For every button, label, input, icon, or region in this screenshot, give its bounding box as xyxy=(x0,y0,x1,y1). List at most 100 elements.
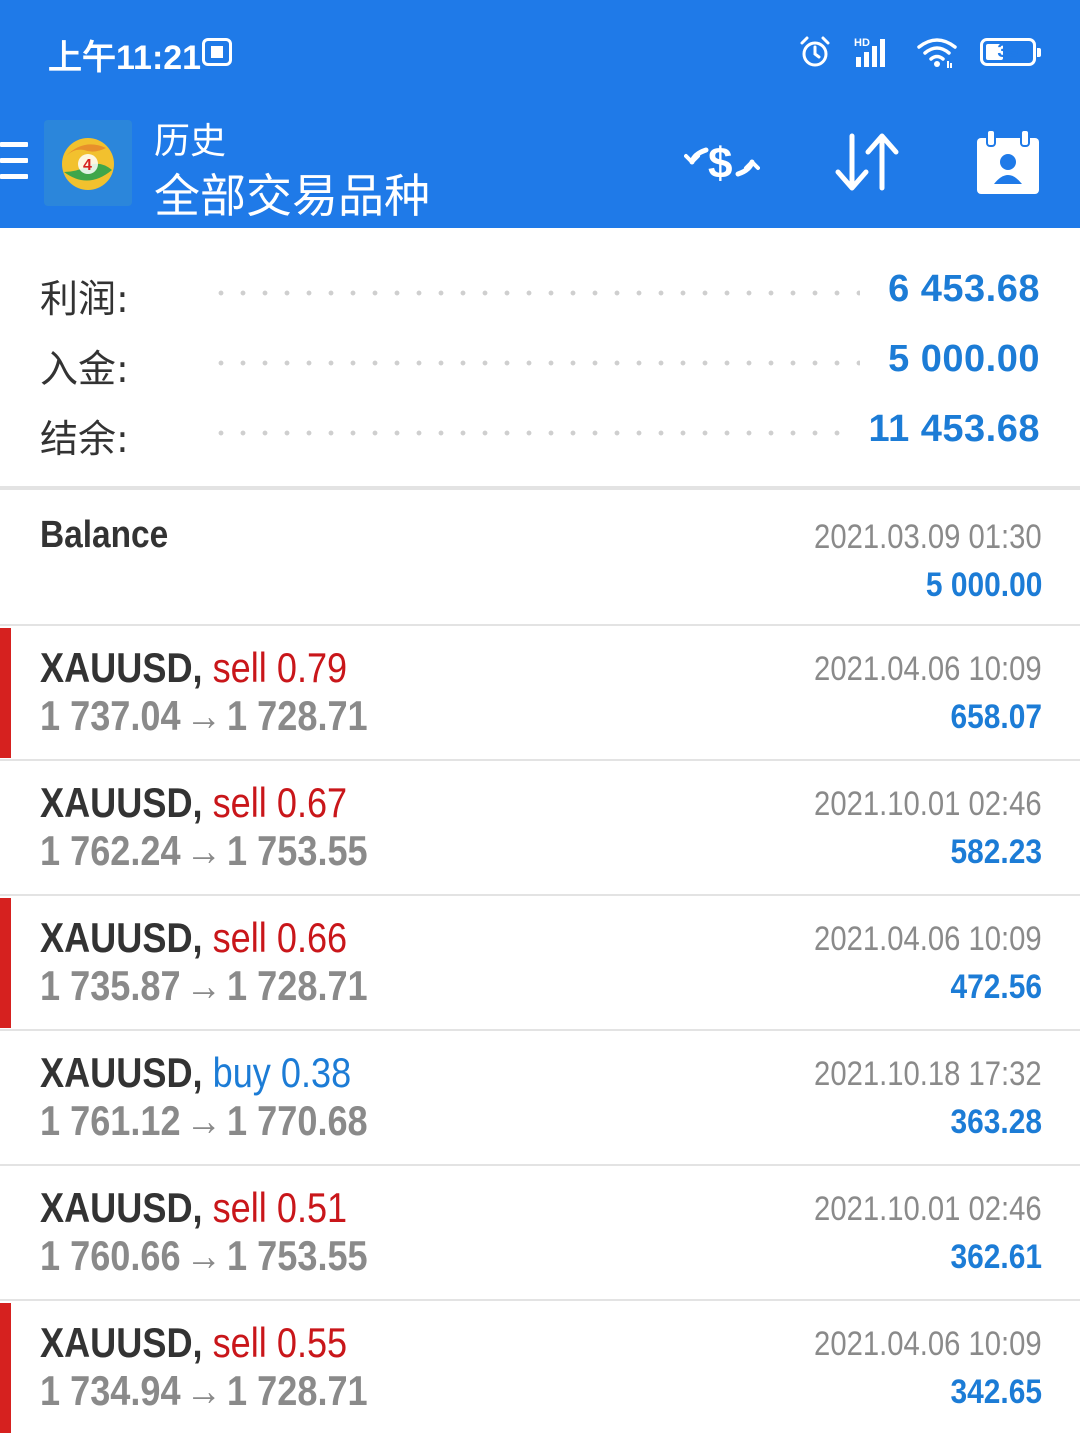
battery-level: 39 xyxy=(997,41,1019,62)
app-header: 上午11:21 HD 39 4 历史 全部交易品种 $ xyxy=(0,0,1080,228)
balance-entry-amount: 5 000.00 xyxy=(925,566,1042,604)
trade-open-price: 1 734.94 xyxy=(40,1367,181,1414)
deposit-label: 入金: xyxy=(40,347,129,391)
status-bar: 上午11:21 HD 39 xyxy=(0,0,1080,100)
trade-profit: 582.23 xyxy=(950,833,1042,871)
dotted-leader xyxy=(210,360,860,366)
trade-symbol: XAUUSD, xyxy=(40,914,203,961)
battery-icon: 39 xyxy=(980,38,1041,66)
dotted-leader xyxy=(210,290,860,296)
trade-symbol: XAUUSD, xyxy=(40,779,203,826)
trade-prices: 1 735.87 → 1 728.71 xyxy=(40,962,368,1010)
status-icons: HD 39 xyxy=(798,30,1041,74)
trade-prices: 1 734.94 → 1 728.71 xyxy=(40,1367,368,1415)
trade-close-price: 1 728.71 xyxy=(227,692,368,739)
trade-close-price: 1 753.55 xyxy=(227,1232,368,1279)
trade-prices: 1 761.12 → 1 770.68 xyxy=(40,1097,368,1145)
trade-close-price: 1 728.71 xyxy=(227,1367,368,1414)
calendar-person-icon xyxy=(975,128,1041,201)
trade-lot: 0.55 xyxy=(276,1319,348,1366)
currency-exchange-button[interactable]: $ xyxy=(682,126,762,202)
arrow-right-icon: → xyxy=(185,827,222,874)
trade-row[interactable]: XAUUSD, sell 0.67 1 762.24 → 1 753.55 2021… xyxy=(0,759,1080,894)
symbol-filter[interactable]: 全部交易品种 xyxy=(154,160,430,226)
profit-value: 6 453.68 xyxy=(888,268,1040,310)
notification-icon xyxy=(202,38,232,66)
svg-text:4: 4 xyxy=(83,157,92,174)
trade-flag xyxy=(0,628,11,758)
summary-panel: 利润: 6 453.68 入金: 5 000.00 结余: 11 453.68 xyxy=(0,228,1080,486)
trade-close-price: 1 728.71 xyxy=(227,962,368,1009)
trade-side: buy xyxy=(212,1049,271,1096)
currency-exchange-icon: $ xyxy=(684,132,760,197)
menu-icon[interactable] xyxy=(0,142,30,188)
balance-entry[interactable]: Balance 2021.03.09 01:30 5 000.00 xyxy=(0,490,1080,624)
deposit-value: 5 000.00 xyxy=(888,338,1040,380)
trade-open-price: 1 762.24 xyxy=(40,827,181,874)
trade-row[interactable]: XAUUSD, sell 0.51 1 760.66 → 1 753.55 2021… xyxy=(0,1164,1080,1299)
trade-lot: 0.67 xyxy=(276,779,348,826)
arrow-right-icon: → xyxy=(185,1367,222,1414)
trade-close-price: 1 753.55 xyxy=(227,827,368,874)
trade-title: XAUUSD, sell 0.67 xyxy=(40,779,347,827)
balance-value: 11 453.68 xyxy=(868,408,1040,450)
trade-row[interactable]: XAUUSD, sell 0.79 1 737.04 → 1 728.71 2021… xyxy=(0,624,1080,759)
balance-label: 结余: xyxy=(40,417,129,461)
trade-lot: 0.79 xyxy=(276,644,348,691)
trade-open-price: 1 737.04 xyxy=(40,692,181,739)
trade-date: 2021.04.06 10:09 xyxy=(814,920,1042,958)
toolbar: 4 历史 全部交易品种 $ xyxy=(0,100,1080,228)
balance-entry-date: 2021.03.09 01:30 xyxy=(814,518,1042,556)
arrow-right-icon: → xyxy=(185,1232,222,1279)
trade-side: sell xyxy=(212,1319,267,1366)
trade-prices: 1 762.24 → 1 753.55 xyxy=(40,827,368,875)
trade-side: sell xyxy=(212,644,267,691)
trade-list: XAUUSD, sell 0.79 1 737.04 → 1 728.71 2021… xyxy=(0,624,1080,1434)
trade-open-price: 1 760.66 xyxy=(40,1232,181,1279)
trade-lot: 0.38 xyxy=(280,1049,352,1096)
sort-button[interactable] xyxy=(826,126,906,202)
trade-symbol: XAUUSD, xyxy=(40,1049,203,1096)
calendar-button[interactable] xyxy=(968,126,1048,202)
sort-arrows-icon xyxy=(830,130,902,199)
trade-title: XAUUSD, sell 0.51 xyxy=(40,1184,347,1232)
balance-summary-row: 结余: 11 453.68 xyxy=(40,400,1040,461)
trade-title: XAUUSD, sell 0.55 xyxy=(40,1319,347,1367)
arrow-right-icon: → xyxy=(185,962,222,1009)
trade-date: 2021.10.18 17:32 xyxy=(814,1055,1042,1093)
trade-title: XAUUSD, sell 0.66 xyxy=(40,914,347,962)
trade-profit: 362.61 xyxy=(950,1238,1042,1276)
metatrader-logo-icon: 4 xyxy=(44,120,132,206)
network-label: HD xyxy=(854,37,870,49)
trade-side: sell xyxy=(212,779,267,826)
trade-flag xyxy=(0,1303,11,1433)
trade-lot: 0.66 xyxy=(276,914,348,961)
arrow-right-icon: → xyxy=(185,1097,222,1144)
trade-row[interactable]: XAUUSD, sell 0.66 1 735.87 → 1 728.71 2021… xyxy=(0,894,1080,1029)
wifi-icon xyxy=(916,35,958,69)
arrow-right-icon: → xyxy=(185,692,222,739)
trade-open-price: 1 761.12 xyxy=(40,1097,181,1144)
trade-date: 2021.10.01 02:46 xyxy=(814,785,1042,823)
page-title: 历史 xyxy=(154,121,227,162)
trade-date: 2021.04.06 10:09 xyxy=(814,650,1042,688)
trade-profit: 658.07 xyxy=(950,698,1042,736)
trade-open-price: 1 735.87 xyxy=(40,962,181,1009)
status-time: 上午11:21 xyxy=(48,39,202,77)
trade-date: 2021.10.01 02:46 xyxy=(814,1190,1042,1228)
trade-row[interactable]: XAUUSD, sell 0.55 1 734.94 → 1 728.71 2021… xyxy=(0,1299,1080,1434)
trade-symbol: XAUUSD, xyxy=(40,1184,203,1231)
trade-side: sell xyxy=(212,1184,267,1231)
svg-text:$: $ xyxy=(708,139,732,188)
profit-label: 利润: xyxy=(40,277,129,321)
trade-profit: 363.28 xyxy=(950,1103,1042,1141)
trade-profit: 342.65 xyxy=(950,1373,1042,1411)
trade-side: sell xyxy=(212,914,267,961)
profit-row: 利润: 6 453.68 xyxy=(40,260,1040,321)
trade-prices: 1 760.66 → 1 753.55 xyxy=(40,1232,368,1280)
trade-symbol: XAUUSD, xyxy=(40,644,203,691)
trade-close-price: 1 770.68 xyxy=(227,1097,368,1144)
trade-profit: 472.56 xyxy=(950,968,1042,1006)
trade-row[interactable]: XAUUSD, buy 0.38 1 761.12 → 1 770.68 2021.… xyxy=(0,1029,1080,1164)
dotted-leader xyxy=(210,430,840,436)
